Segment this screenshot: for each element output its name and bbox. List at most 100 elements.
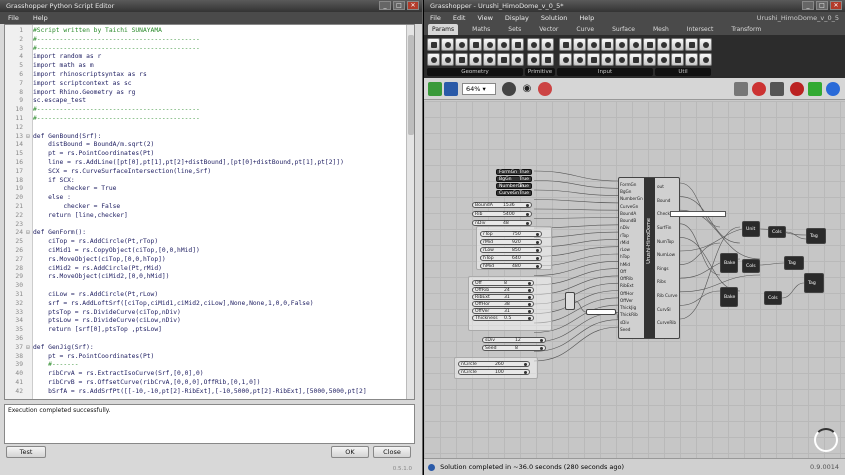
ribbon-component-icon[interactable] xyxy=(469,53,482,66)
number-slider[interactable]: OffVer 31 xyxy=(472,308,534,314)
number-slider[interactable]: OffRib 24 xyxy=(472,287,534,293)
code-line[interactable]: 22 return [line,checker] xyxy=(5,212,405,221)
code-line[interactable]: 12 xyxy=(5,124,405,133)
number-slider[interactable]: Seed 8 xyxy=(482,345,546,351)
ribbon-component-icon[interactable] xyxy=(427,38,440,51)
ribbon-component-icon[interactable] xyxy=(455,53,468,66)
python-input-port[interactable]: Seed xyxy=(620,327,630,332)
python-input-port[interactable]: nDiv xyxy=(620,225,630,230)
slider-knob[interactable] xyxy=(540,339,543,342)
menu-view[interactable]: View xyxy=(477,12,492,24)
code-line[interactable]: 6 import rhinoscriptsyntax as rs xyxy=(5,71,405,80)
python-output-port[interactable]: NumLow xyxy=(657,252,675,257)
menu-file[interactable]: File xyxy=(8,12,19,24)
ribbon-component-icon[interactable] xyxy=(497,38,510,51)
slider-knob[interactable] xyxy=(528,317,531,320)
output-component[interactable]: Bake xyxy=(720,287,738,307)
number-slider[interactable]: sDiv 12 xyxy=(482,337,546,343)
slider-knob[interactable] xyxy=(524,363,527,366)
ribbon-component-icon[interactable] xyxy=(671,38,684,51)
tab-sets[interactable]: Sets xyxy=(504,24,525,35)
code-line[interactable]: 38 pt = rs.PointCoordinates(Pt) xyxy=(5,353,405,362)
code-line[interactable]: 4 import random as r xyxy=(5,53,405,62)
code-line[interactable]: 34 ptsLow = rs.DivideCurve(ciLow,nDiv) xyxy=(5,317,405,326)
ribbon-component-icon[interactable] xyxy=(541,38,554,51)
code-line[interactable]: 31 ciLow = rs.AddCircle(Pt,rLow) xyxy=(5,291,405,300)
slider-knob[interactable] xyxy=(528,289,531,292)
ribbon-component-icon[interactable] xyxy=(573,38,586,51)
number-slider[interactable]: hTop 640 xyxy=(480,255,542,261)
code-line[interactable]: 25 ciTop = rs.AddCircle(Pt,rTop) xyxy=(5,238,405,247)
code-line[interactable]: 19 checker = True xyxy=(5,185,405,194)
code-scrollbar[interactable] xyxy=(406,25,414,399)
code-line[interactable]: 24 ⊟ def GenForm(): xyxy=(5,229,405,238)
python-input-port[interactable]: CurveGn xyxy=(620,204,638,209)
boolean-toggle[interactable]: FormGn True xyxy=(496,169,532,175)
number-slider[interactable]: rMid 920 xyxy=(480,239,542,245)
python-input-port[interactable]: BoundB xyxy=(620,218,636,223)
ribbon-component-icon[interactable] xyxy=(699,53,712,66)
tab-mesh[interactable]: Mesh xyxy=(649,24,673,35)
panel-component[interactable] xyxy=(586,309,616,315)
preview-eye-icon[interactable]: ◉ xyxy=(520,82,534,96)
slider-knob[interactable] xyxy=(536,241,539,244)
slider-knob[interactable] xyxy=(536,257,539,260)
python-output-port[interactable]: CurvSI xyxy=(657,307,671,312)
menu-display[interactable]: Display xyxy=(505,12,529,24)
ribbon-component-icon[interactable] xyxy=(541,53,554,66)
ribbon-component-icon[interactable] xyxy=(643,53,656,66)
group-primitive[interactable]: Primitive xyxy=(525,68,555,76)
tab-vector[interactable]: Vector xyxy=(535,24,562,35)
python-input-port[interactable]: OffHor xyxy=(620,291,634,296)
output-component[interactable]: Tag xyxy=(806,228,826,244)
ribbon-component-icon[interactable] xyxy=(657,53,670,66)
output-component[interactable]: Tag xyxy=(804,273,824,293)
code-line[interactable]: 20 else : xyxy=(5,194,405,203)
ribbon-component-icon[interactable] xyxy=(441,38,454,51)
boolean-toggle[interactable]: CurveGn True xyxy=(496,190,532,196)
code-line[interactable]: 26 ciMid1 = rs.CopyObject(ciTop,[0,0,hMi… xyxy=(5,247,405,256)
ribbon-component-icon[interactable] xyxy=(511,53,524,66)
python-input-port[interactable]: OffRib xyxy=(620,276,633,281)
close-icon[interactable]: ✕ xyxy=(407,1,419,10)
python-output-port[interactable]: NumTop xyxy=(657,239,674,244)
python-component[interactable]: Urushi-HimoDome FormGn BgGn NumberGn CurveG… xyxy=(618,177,680,339)
ribbon-component-icon[interactable] xyxy=(497,53,510,66)
code-line[interactable]: 40 ribCrvA = rs.ExtractIsoCurve(Srf,[0,0… xyxy=(5,370,405,379)
ribbon-component-icon[interactable] xyxy=(643,38,656,51)
python-input-port[interactable]: rMid xyxy=(620,240,629,245)
code-line[interactable]: 23 xyxy=(5,221,405,230)
output-component[interactable]: Cols xyxy=(742,259,760,273)
group-input[interactable]: Input xyxy=(557,68,653,76)
python-input-port[interactable]: hMid xyxy=(620,262,630,267)
python-input-port[interactable]: FormGn xyxy=(620,182,636,187)
python-input-port[interactable]: hTop xyxy=(620,254,630,259)
slider-knob[interactable] xyxy=(528,310,531,313)
slider-knob[interactable] xyxy=(528,282,531,285)
code-line[interactable]: 7 import scriptcontext as sc xyxy=(5,80,405,89)
open-file-icon[interactable] xyxy=(428,82,442,96)
menu-file[interactable]: File xyxy=(430,12,441,24)
number-slider[interactable]: hMid 480 xyxy=(480,263,542,269)
number-slider[interactable]: nCircle 100 xyxy=(458,369,530,375)
maximize-icon[interactable]: □ xyxy=(816,1,828,10)
zoom-select[interactable]: 64% ▾ xyxy=(462,83,496,95)
python-input-port[interactable]: rLow xyxy=(620,247,630,252)
ribbon-component-icon[interactable] xyxy=(527,38,540,51)
slider-knob[interactable] xyxy=(536,233,539,236)
ribbon-component-icon[interactable] xyxy=(587,53,600,66)
code-line[interactable]: 9 sc.escape_test xyxy=(5,97,405,106)
boolean-toggle[interactable]: BgGn True xyxy=(496,176,532,182)
code-line[interactable]: 39 #------- xyxy=(5,361,405,370)
ribbon-component-icon[interactable] xyxy=(699,38,712,51)
python-output-port[interactable]: SurfFin xyxy=(657,225,671,230)
code-line[interactable]: 32 srf = rs.AddLoftSrf([ciTop,ciMid1,ciM… xyxy=(5,300,405,309)
selected-preview-icon[interactable] xyxy=(808,82,822,96)
python-output-port[interactable]: CurveRib xyxy=(657,320,676,325)
menu-help[interactable]: Help xyxy=(33,12,48,24)
python-input-port[interactable]: ThickJig xyxy=(620,305,636,310)
slider-knob[interactable] xyxy=(524,371,527,374)
zoom-extents-icon[interactable] xyxy=(502,82,516,96)
tab-transform[interactable]: Transform xyxy=(727,24,765,35)
grasshopper-canvas[interactable]: FormGn True BgGn True NumberGn True CurveGn Tru… xyxy=(424,101,845,458)
